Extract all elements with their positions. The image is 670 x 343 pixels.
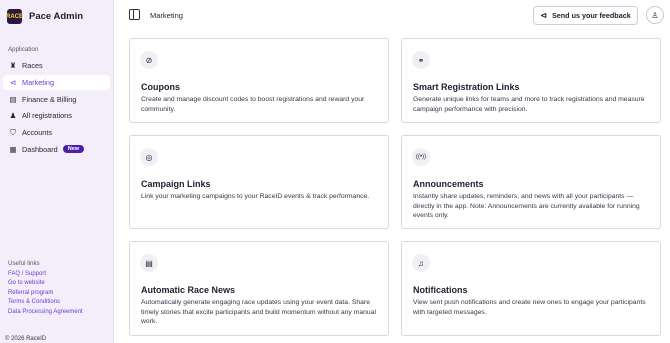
sidebar-item-finance-billing[interactable]: ▤ Finance & Billing (3, 92, 110, 107)
sidebar-item-label: Dashboard (22, 144, 58, 154)
grid-icon: ▦ (9, 144, 17, 154)
sidebar-item-label: All registrations (22, 111, 72, 121)
link-data-processing-agreement[interactable]: Data Processing Agreement (8, 308, 83, 317)
coupon-icon: ⊘ (140, 51, 158, 69)
card-announcements[interactable]: ((•)) Announcements Instantly share upda… (401, 135, 661, 229)
card-description: Generate unique links for teams and more… (413, 96, 645, 113)
link-go-to-website[interactable]: Go to website (8, 279, 83, 288)
page-title: Marketing (150, 11, 183, 20)
card-title: Smart Registration Links (413, 82, 520, 92)
newspaper-icon: ▤ (140, 254, 158, 272)
app-name: Pace Admin (29, 11, 84, 22)
users-icon: ♟ (9, 111, 17, 121)
app-logo: RACE (6, 9, 23, 24)
sidebar-nav: ♜ Races ⊲ Marketing ▤ Finance & Billing … (3, 58, 110, 159)
sidebar-item-accounts[interactable]: ⛉ Accounts (3, 125, 110, 140)
sidebar-item-label: Marketing (22, 77, 55, 87)
section-label-useful-links: Useful links (8, 260, 40, 267)
card-title: Campaign Links (141, 179, 211, 189)
link-terms-conditions[interactable]: Terms & Conditions (8, 298, 83, 307)
sidebar-item-label: Accounts (22, 128, 53, 138)
trophy-icon: ♜ (9, 61, 17, 70)
card-title: Automatic Race News (141, 285, 236, 295)
user-icon: ♙ (651, 10, 659, 20)
section-label-application: Application (8, 46, 39, 53)
card-campaign-links[interactable]: ◎ Campaign Links Link your marketing cam… (129, 135, 389, 229)
copyright: © 2026 RaceID (5, 336, 47, 342)
card-title: Notifications (413, 285, 468, 295)
user-menu-button[interactable]: ♙ (646, 6, 664, 24)
feedback-button-label: Send us your feedback (552, 11, 631, 20)
broadcast-icon: ((•)) (412, 148, 430, 166)
feedback-button[interactable]: ⊲ Send us your feedback (533, 6, 638, 25)
shield-icon: ⛉ (10, 127, 16, 137)
card-automatic-race-news[interactable]: ▤ Automatic Race News Automatically gene… (129, 241, 389, 336)
sidebar: RACE Pace Admin Application ♜ Races ⊲ Ma… (0, 0, 114, 343)
topbar: Marketing ⊲ Send us your feedback ♙ (114, 0, 670, 30)
card-notifications[interactable]: ♫ Notifications View sent push notificat… (401, 241, 661, 336)
megaphone-icon: ⊲ (540, 11, 547, 20)
card-coupons[interactable]: ⊘ Coupons Create and manage discount cod… (129, 38, 389, 123)
sidebar-item-label: Finance & Billing (22, 94, 77, 104)
sidebar-item-marketing[interactable]: ⊲ Marketing (3, 74, 110, 90)
sidebar-item-label: Races (22, 61, 43, 70)
sidebar-item-all-registrations[interactable]: ♟ All registrations (3, 108, 110, 123)
target-icon: ◎ (140, 148, 158, 166)
brand[interactable]: RACE Pace Admin (6, 9, 84, 24)
card-smart-registration-links[interactable]: ⚭ Smart Registration Links Generate uniq… (401, 38, 661, 123)
link-icon: ⚭ (412, 51, 430, 69)
card-title: Coupons (141, 82, 180, 92)
card-description: Create and manage discount codes to boos… (141, 96, 365, 113)
link-referral-program[interactable]: Referral program (8, 289, 83, 298)
megaphone-icon: ⊲ (9, 77, 17, 87)
useful-links: FAQ / Support Go to website Referral pro… (8, 270, 83, 317)
card-description: View sent push notifications and create … (413, 299, 646, 316)
sidebar-item-dashboard[interactable]: ▦ Dashboard New (3, 142, 110, 157)
wallet-icon: ▤ (9, 94, 17, 104)
new-badge: New (62, 145, 85, 154)
bell-icon: ♫ (412, 254, 430, 272)
link-faq-support[interactable]: FAQ / Support (8, 270, 83, 279)
card-title: Announcements (413, 179, 484, 189)
card-description: Link your marketing campaigns to your Ra… (141, 193, 370, 200)
sidebar-item-races[interactable]: ♜ Races (3, 58, 110, 73)
sidebar-toggle-icon[interactable] (129, 9, 140, 20)
card-description: Instantly share updates, reminders, and … (413, 193, 640, 220)
card-description: Automatically generate engaging race upd… (141, 299, 376, 326)
